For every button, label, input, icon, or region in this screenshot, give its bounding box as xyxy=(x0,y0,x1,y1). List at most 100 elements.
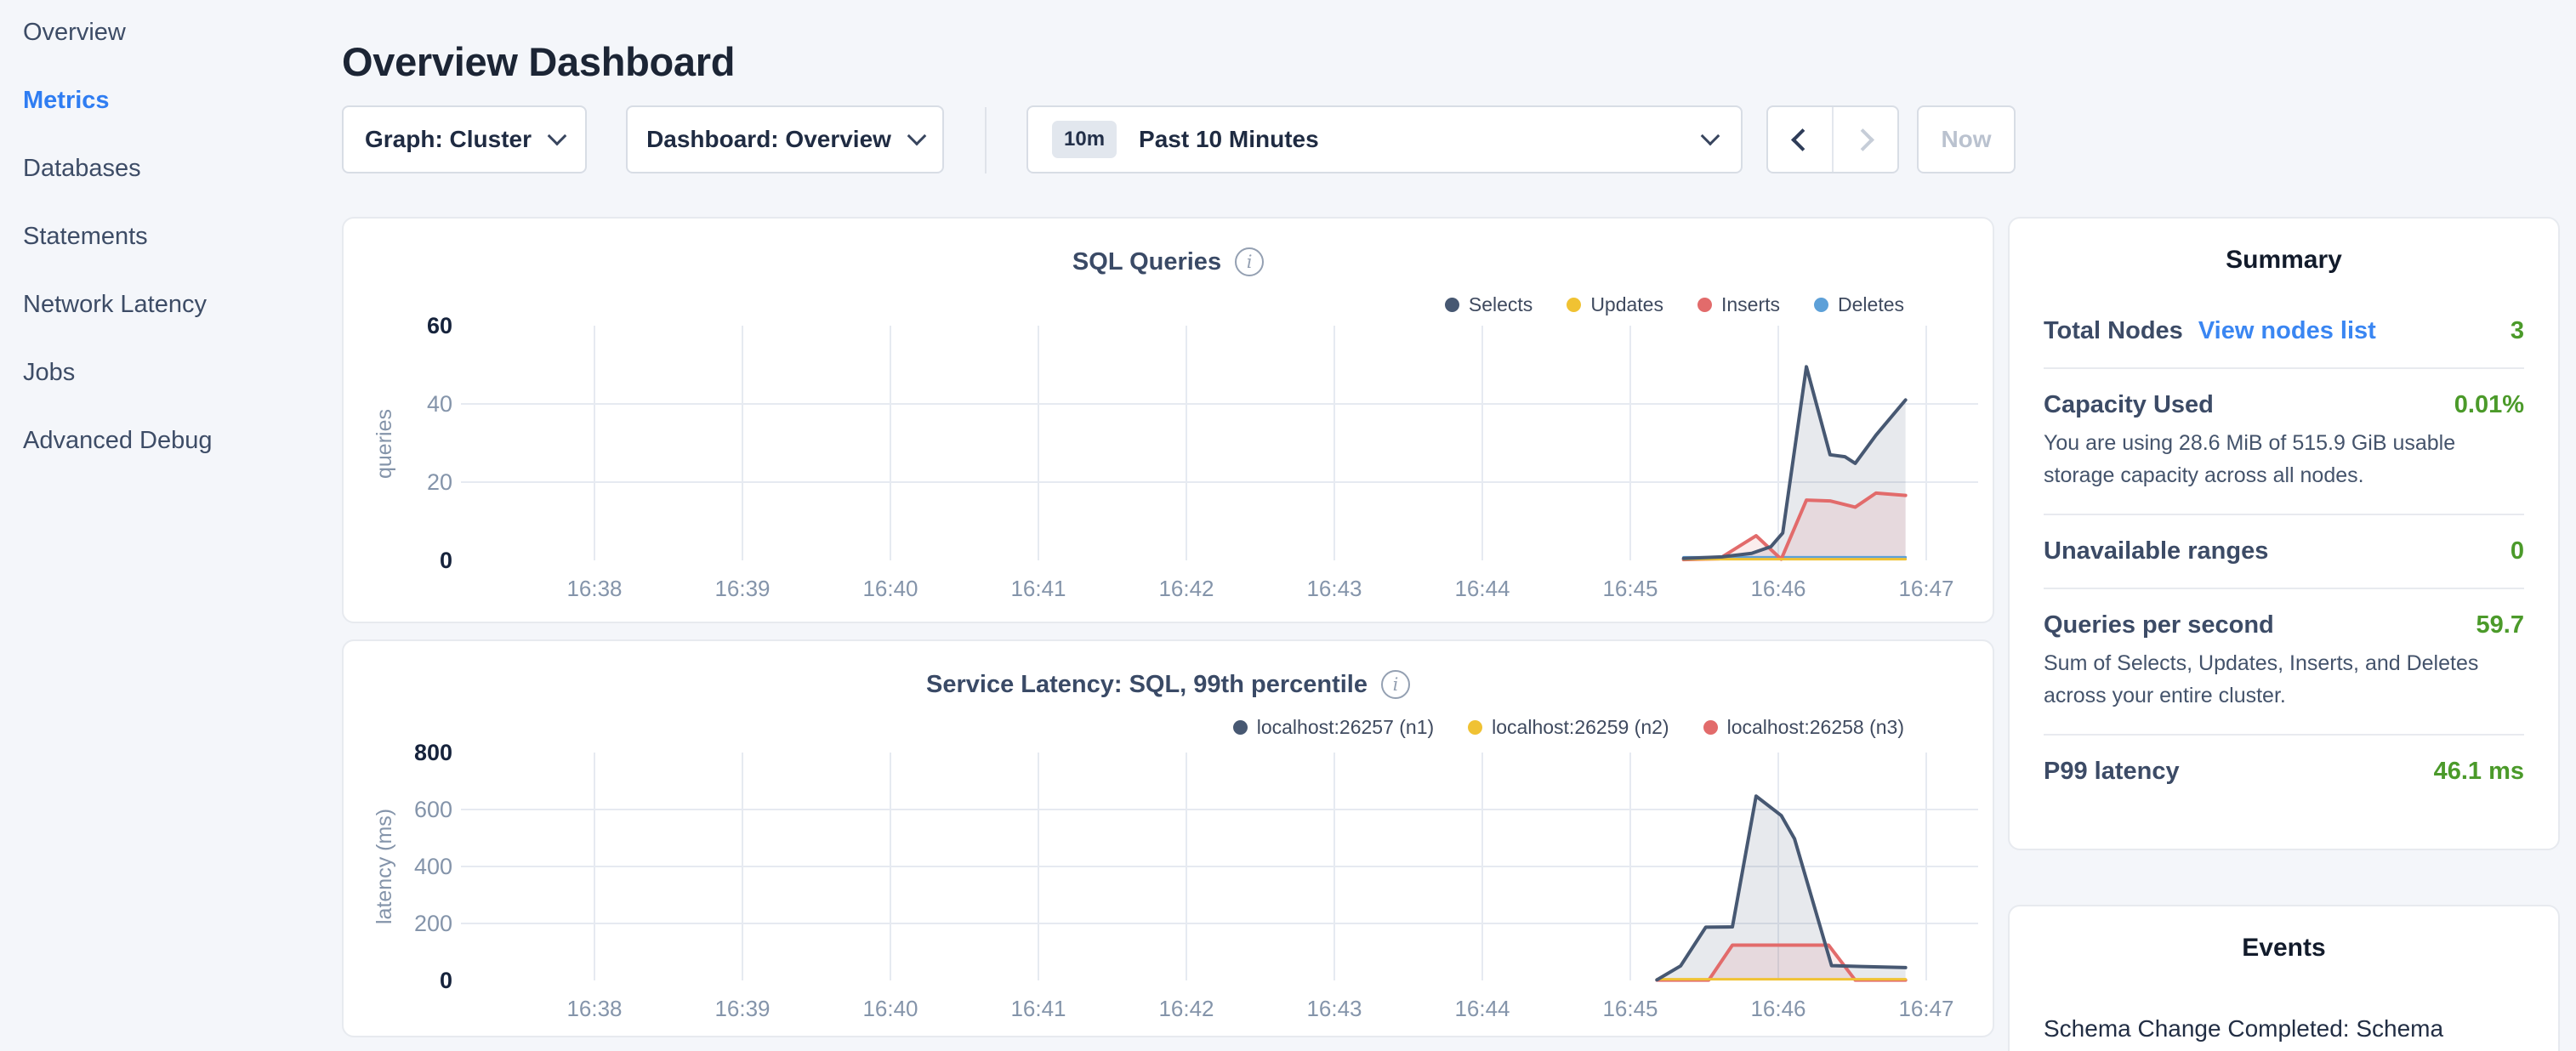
total-nodes-label: Total Nodes xyxy=(2044,317,2183,345)
legend-dot-icon xyxy=(1697,298,1712,312)
x-axis-tick: 16:38 xyxy=(543,994,645,1023)
y-axis-tick: 600 xyxy=(359,794,452,825)
legend-label: Deletes xyxy=(1838,293,1904,316)
page-title: Overview Dashboard xyxy=(342,38,735,85)
legend-item[interactable]: localhost:26259 (n2) xyxy=(1468,716,1669,739)
legend-item[interactable]: Selects xyxy=(1445,293,1533,316)
dashboard-dropdown[interactable]: Dashboard: Overview xyxy=(626,105,944,173)
x-axis-tick: 16:46 xyxy=(1727,994,1829,1023)
y-axis-tick: 800 xyxy=(359,737,452,768)
x-axis-tick: 16:44 xyxy=(1431,574,1533,603)
y-axis-tick: 40 xyxy=(359,389,452,419)
x-axis-tick: 16:39 xyxy=(691,574,793,603)
prev-time-button[interactable] xyxy=(1768,107,1834,172)
x-axis-tick: 16:46 xyxy=(1727,574,1829,603)
legend-item[interactable]: localhost:26257 (n1) xyxy=(1233,716,1434,739)
y-axis-tick: 0 xyxy=(359,545,452,576)
capacity-used-value: 0.01% xyxy=(2454,391,2524,419)
info-icon[interactable]: i xyxy=(1381,670,1410,699)
legend-item[interactable]: Deletes xyxy=(1814,293,1904,316)
sidebar-item-jobs[interactable]: Jobs xyxy=(23,354,75,391)
p99-latency-value: 46.1 ms xyxy=(2434,758,2524,786)
y-axis-tick: 400 xyxy=(359,851,452,882)
legend-item[interactable]: Inserts xyxy=(1697,293,1780,316)
event-item-text[interactable]: Schema Change Completed: Schema change w… xyxy=(2044,1010,2524,1051)
summary-row-queries-per-second: Queries per second 59.7 xyxy=(2044,611,2524,639)
legend-dot-icon xyxy=(1233,720,1248,735)
sidebar-item-overview[interactable]: Overview xyxy=(23,14,126,51)
queries-per-second-description: Sum of Selects, Updates, Inserts, and De… xyxy=(2044,648,2524,712)
x-axis-tick: 16:41 xyxy=(987,574,1089,603)
divider xyxy=(2044,514,2524,515)
sidebar-item-network-latency[interactable]: Network Latency xyxy=(23,286,207,323)
capacity-used-label: Capacity Used xyxy=(2044,391,2214,419)
summary-row-p99-latency: P99 latency 46.1 ms xyxy=(2044,758,2524,786)
p99-latency-label: P99 latency xyxy=(2044,758,2180,786)
y-axis-tick: 60 xyxy=(359,310,452,341)
x-axis-tick: 16:44 xyxy=(1431,994,1533,1023)
time-range-label: Past 10 Minutes xyxy=(1139,126,1681,153)
sidebar-item-databases[interactable]: Databases xyxy=(23,150,141,187)
divider xyxy=(2044,734,2524,736)
chart-legend: localhost:26257 (n1) localhost:26259 (n2)… xyxy=(1233,716,1904,739)
summary-title: Summary xyxy=(2010,246,2558,275)
time-range-badge: 10m xyxy=(1052,121,1117,158)
divider xyxy=(2044,367,2524,369)
x-axis-tick: 16:45 xyxy=(1579,994,1681,1023)
x-axis-tick: 16:43 xyxy=(1283,994,1385,1023)
chevron-left-icon xyxy=(1791,128,1814,151)
x-axis-tick: 16:39 xyxy=(691,994,793,1023)
legend-dot-icon xyxy=(1703,720,1718,735)
chevron-down-icon xyxy=(548,127,567,146)
summary-panel: Summary Total Nodes View nodes list 3 Ca… xyxy=(2008,217,2560,850)
queries-per-second-label: Queries per second xyxy=(2044,611,2274,639)
sidebar-item-advanced-debug[interactable]: Advanced Debug xyxy=(23,422,213,459)
legend-label: Updates xyxy=(1590,293,1663,316)
x-axis-tick: 16:47 xyxy=(1875,994,1977,1023)
x-axis-tick: 16:38 xyxy=(543,574,645,603)
chart-title: Service Latency: SQL, 99th percentile xyxy=(926,671,1368,699)
y-axis-tick: 0 xyxy=(359,965,452,996)
now-button[interactable]: Now xyxy=(1917,105,2016,173)
summary-row-capacity-used: Capacity Used 0.01% xyxy=(2044,391,2524,419)
unavailable-ranges-value: 0 xyxy=(2511,537,2524,565)
sidebar-item-statements[interactable]: Statements xyxy=(23,218,148,255)
legend-item[interactable]: Updates xyxy=(1567,293,1663,316)
x-axis-tick: 16:43 xyxy=(1283,574,1385,603)
sql-queries-chart-card: SQL Queries i Selects Updates Inserts Delet… xyxy=(342,217,1994,623)
chart-title: SQL Queries xyxy=(1072,248,1221,276)
legend-label: Selects xyxy=(1469,293,1533,316)
legend-item[interactable]: localhost:26258 (n3) xyxy=(1703,716,1904,739)
sidebar: Overview Metrics Databases Statements Ne… xyxy=(0,0,342,1051)
chevron-down-icon xyxy=(1701,127,1720,146)
events-panel: Events Schema Change Completed: Schema c… xyxy=(2008,905,2560,1051)
chevron-right-icon xyxy=(1851,128,1874,151)
legend-label: localhost:26258 (n3) xyxy=(1727,716,1904,739)
dashboard-dropdown-label: Dashboard: Overview xyxy=(646,126,891,153)
next-time-button[interactable] xyxy=(1834,107,1897,172)
time-range-dropdown[interactable]: 10m Past 10 Minutes xyxy=(1026,105,1743,173)
chart-legend: Selects Updates Inserts Deletes xyxy=(1445,293,1904,316)
legend-label: Inserts xyxy=(1721,293,1780,316)
divider xyxy=(2044,588,2524,589)
view-nodes-list-link[interactable]: View nodes list xyxy=(2198,317,2376,345)
graph-dropdown[interactable]: Graph: Cluster xyxy=(342,105,587,173)
sidebar-item-metrics[interactable]: Metrics xyxy=(23,82,110,119)
service-latency-chart-card: Service Latency: SQL, 99th percentile i … xyxy=(342,639,1994,1037)
legend-dot-icon xyxy=(1814,298,1828,312)
legend-dot-icon xyxy=(1445,298,1459,312)
x-axis-tick: 16:40 xyxy=(839,574,941,603)
chart-plot-area[interactable] xyxy=(454,750,1985,997)
controls-bar: Graph: Cluster Dashboard: Overview 10m P… xyxy=(342,105,2043,177)
y-axis-tick: 200 xyxy=(359,908,452,939)
x-axis-tick: 16:40 xyxy=(839,994,941,1023)
legend-dot-icon xyxy=(1468,720,1482,735)
queries-per-second-value: 59.7 xyxy=(2476,611,2524,639)
legend-dot-icon xyxy=(1567,298,1581,312)
x-axis-tick: 16:42 xyxy=(1135,994,1237,1023)
y-axis-tick: 20 xyxy=(359,467,452,497)
events-title: Events xyxy=(2010,934,2558,963)
info-icon[interactable]: i xyxy=(1235,247,1264,276)
chart-plot-area[interactable] xyxy=(454,321,1985,576)
legend-label: localhost:26259 (n2) xyxy=(1492,716,1669,739)
